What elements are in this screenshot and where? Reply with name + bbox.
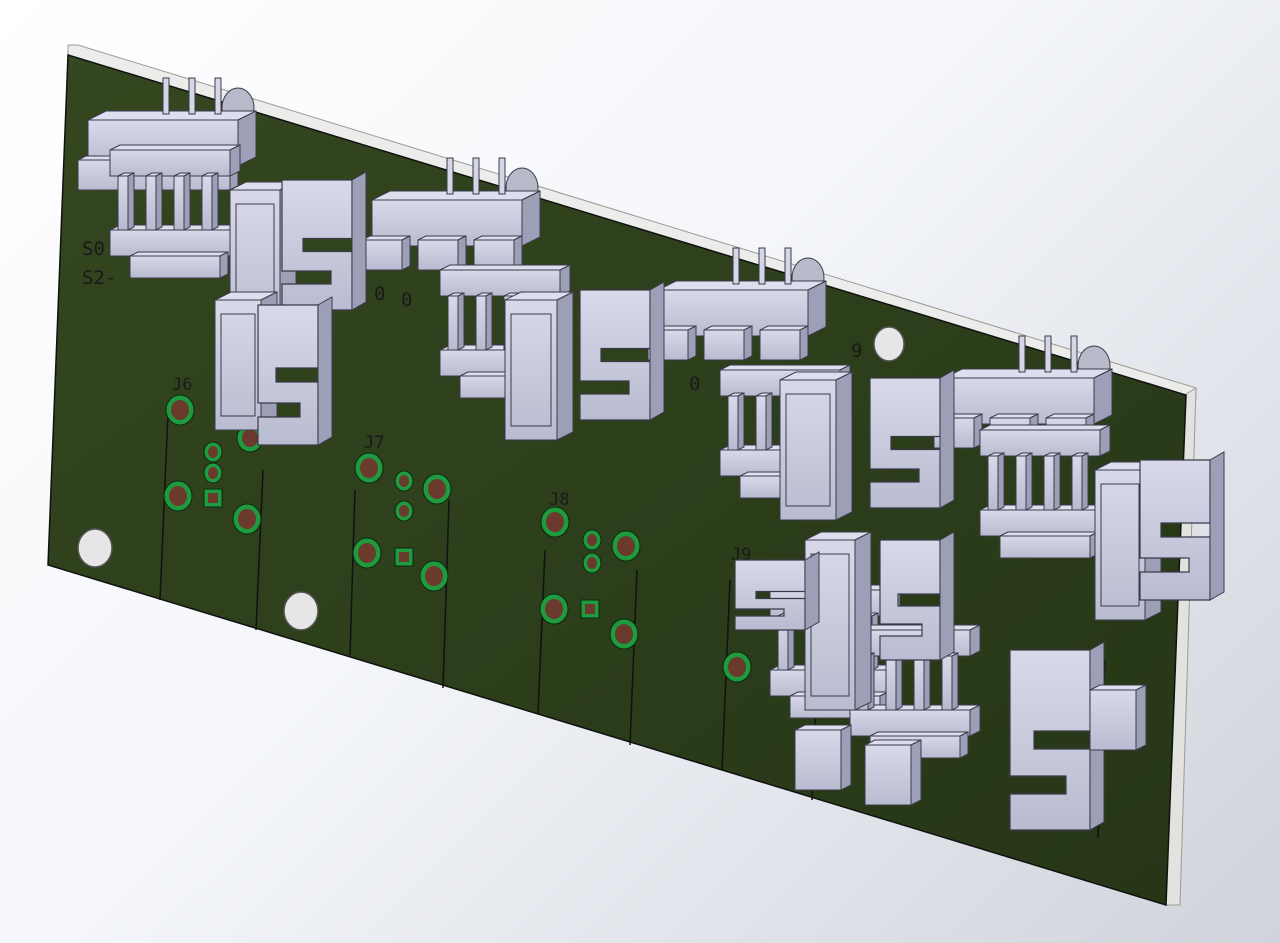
connector-wafer [504, 291, 574, 441]
silk-label-0c: 0 [689, 373, 700, 395]
pad [422, 473, 452, 505]
pad [582, 529, 602, 551]
silk-label-0b: 0 [401, 289, 412, 311]
pad [394, 470, 414, 492]
pad [354, 452, 384, 484]
silk-label-s2: S2- [82, 267, 116, 289]
pad-square [203, 488, 223, 508]
pad [611, 530, 641, 562]
pad-square [580, 599, 600, 619]
connector-tab [794, 724, 852, 791]
pad [582, 552, 602, 574]
mounting-hole [77, 528, 113, 568]
pad [203, 462, 223, 484]
cad-viewport[interactable]: J6 J7 J8 J9 S0 S2- D 0 0 0 9 [0, 0, 1280, 943]
pad [165, 394, 195, 426]
pad [722, 651, 752, 683]
silk-label-j8: J8 [549, 490, 569, 510]
silk-label-0a: 0 [374, 283, 385, 305]
silk-label-s0: S0 [82, 238, 105, 260]
silk-label-9: 9 [851, 340, 862, 362]
connector-tab [864, 739, 922, 806]
pad [394, 500, 414, 522]
pad [352, 537, 382, 569]
mounting-hole [873, 326, 905, 362]
pcb-3d-model[interactable]: J6 J7 J8 J9 S0 S2- D 0 0 0 9 [0, 0, 1280, 943]
pad [540, 506, 570, 538]
pad [163, 480, 193, 512]
pad [419, 560, 449, 592]
pad-square [394, 547, 414, 567]
connector-tab [1089, 684, 1147, 751]
connector-wafer [779, 371, 853, 521]
mounting-hole [283, 591, 319, 631]
connector-latch [734, 551, 820, 631]
pad [609, 618, 639, 650]
pad [203, 441, 223, 463]
silk-label-j6: J6 [172, 375, 192, 395]
pad [539, 593, 569, 625]
pad [232, 503, 262, 535]
silk-label-j7: J7 [364, 433, 384, 453]
